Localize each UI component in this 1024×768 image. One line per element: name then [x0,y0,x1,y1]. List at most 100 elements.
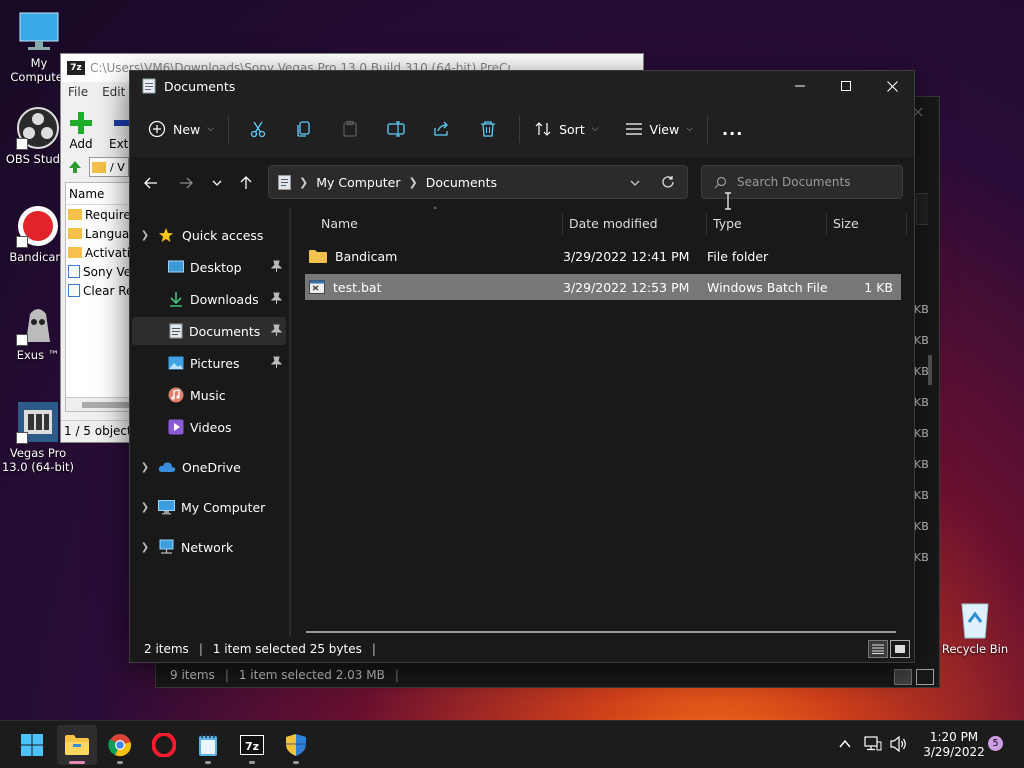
videos-icon [168,419,184,435]
details-view-toggle[interactable] [894,669,912,685]
breadcrumb-documents[interactable]: Documents [426,175,497,190]
list-item[interactable]: Required [66,205,136,224]
plus-icon [70,112,92,134]
notification-badge[interactable]: 5 [988,736,1003,751]
taskbar-opera[interactable] [144,725,184,765]
skull-icon [16,302,60,346]
column-header-name[interactable]: Name [315,213,563,235]
monitor-icon [17,10,61,54]
maximize-button[interactable] [823,71,869,101]
nav-my-computer[interactable]: ❯ My Computer [132,493,286,521]
nav-onedrive[interactable]: ❯ OneDrive [132,453,286,481]
taskbar-7zip[interactable]: 7z [232,725,272,765]
see-more-button[interactable]: ... [722,113,743,145]
copy-icon [297,121,310,137]
taskbar-file-explorer[interactable] [57,725,97,765]
menu-file[interactable]: File [68,85,88,99]
nav-music[interactable]: Music [132,381,286,409]
large-icons-view-button[interactable] [890,640,910,658]
nav-network[interactable]: ❯ Network [132,533,286,561]
scissors-icon [250,121,266,138]
taskbar-security[interactable] [276,725,316,765]
7zip-path-field[interactable]: / V [89,157,129,177]
paste-button[interactable] [335,113,365,145]
size-cell: KB [914,396,929,409]
column-header-size[interactable]: Size [827,213,907,235]
column-header-date-modified[interactable]: Date modified [563,213,707,235]
recycle-bin-icon [953,596,997,640]
minimize-icon [795,85,805,87]
plus-circle-icon [148,120,166,138]
network-status-button[interactable] [864,736,882,752]
pictures-icon [168,356,184,370]
address-bar[interactable]: ❯ My Computer ❯ Documents [268,165,688,199]
clock[interactable]: 1:20 PM 3/29/2022 [918,730,990,760]
pin-icon[interactable] [271,324,282,336]
list-item[interactable]: Languag [66,224,136,243]
tiles-view-toggle[interactable] [916,669,934,685]
rename-button[interactable] [381,113,411,145]
pin-icon[interactable] [271,260,282,272]
size-cell: KB [914,334,929,347]
chevron-down-icon[interactable]: ❯ [138,230,152,241]
table-row[interactable]: test.bat 3/29/2022 12:53 PM Windows Batc… [305,274,901,300]
nav-documents[interactable]: Documents [132,317,286,345]
search-input[interactable] [737,175,897,189]
sort-button[interactable]: Sort ⌵ [534,113,599,145]
close-button[interactable] [869,71,915,101]
pin-icon[interactable] [271,292,282,304]
svg-text:7z: 7z [245,740,259,753]
size-cell: KB [914,458,929,471]
horizontal-scrollbar[interactable] [306,631,896,633]
nav-desktop[interactable]: Desktop [132,253,286,281]
file-type: Windows Batch File [707,279,828,295]
column-header-type[interactable]: Type [707,213,827,235]
back-button[interactable] [139,171,163,195]
background-search-box[interactable] [916,193,928,225]
file-icon [68,284,80,297]
nav-quick-access[interactable]: ❯ Quick access [132,221,286,249]
refresh-button[interactable] [661,175,675,189]
volume-button[interactable] [890,736,908,752]
recent-locations-button[interactable] [205,171,229,195]
show-hidden-icons-button[interactable] [838,737,852,751]
minimize-button[interactable] [777,71,823,101]
maximize-icon [841,81,851,91]
table-row[interactable]: Bandicam 3/29/2022 12:41 PM File folder [305,243,901,269]
taskbar-notepad[interactable] [188,725,228,765]
nav-videos[interactable]: Videos [132,413,286,441]
shortcut-arrow-icon [16,138,28,150]
share-button[interactable] [427,113,457,145]
pin-icon[interactable] [271,356,282,368]
breadcrumb-my-computer[interactable]: My Computer [316,175,400,190]
opera-icon [152,733,176,757]
list-item[interactable]: Clear Reg [66,281,136,300]
7zip-file-list: Name Required Languag Activatio Sony Veg… [65,182,137,412]
list-item[interactable]: Sony Veg [66,262,136,281]
up-button[interactable] [234,171,258,195]
new-button[interactable]: New ⌵ [148,113,214,145]
chevron-down-icon[interactable] [629,177,641,189]
chevron-right-icon[interactable]: ❯ [138,542,152,553]
menu-edit[interactable]: Edit [102,85,125,99]
copy-button[interactable] [289,113,319,145]
details-view-button[interactable] [868,640,888,658]
chevron-right-icon[interactable]: ❯ [138,502,152,513]
7zip-column-name[interactable]: Name [66,183,136,205]
forward-button[interactable] [174,171,198,195]
nav-pictures[interactable]: Pictures [132,349,286,377]
cut-button[interactable] [243,113,273,145]
breadcrumb-separator-icon: ❯ [408,175,418,189]
start-button[interactable] [12,725,52,765]
desktop-icon-recycle-bin[interactable]: Recycle Bin [937,596,1013,656]
taskbar-chrome[interactable] [100,725,140,765]
nav-downloads[interactable]: Downloads [132,285,286,313]
title-bar[interactable]: Documents [130,71,914,101]
documents-explorer-window[interactable]: Documents New ⌵ Sort ⌵ View ⌵ ... ❯ My C… [129,70,915,663]
chevron-right-icon[interactable]: ❯ [138,462,152,473]
add-button[interactable]: Add [69,111,93,151]
7zip-horizontal-scrollbar[interactable] [66,397,136,411]
view-button[interactable]: View ⌵ [625,113,693,145]
list-item[interactable]: Activatio [66,243,136,262]
delete-button[interactable] [473,113,503,145]
